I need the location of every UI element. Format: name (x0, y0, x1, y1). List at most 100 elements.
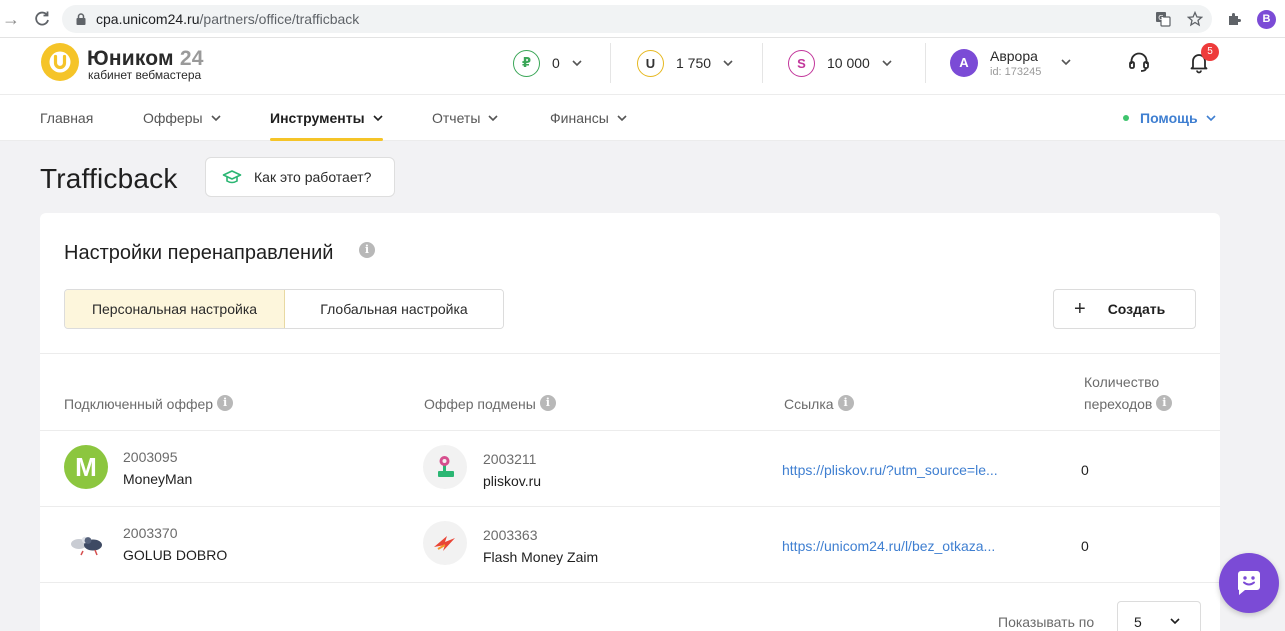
chevron-down-icon (882, 60, 892, 67)
chevron-down-icon (572, 60, 582, 67)
reload-icon[interactable] (32, 9, 52, 29)
clicks-count: 0 (1081, 538, 1089, 554)
per-page-value: 5 (1134, 614, 1142, 630)
replace-offer-id: 2003211 (483, 451, 537, 467)
create-label: Создать (1107, 301, 1166, 317)
s-coin-icon: S (788, 49, 815, 77)
plus-icon: + (1074, 297, 1086, 320)
replace-offer-name: pliskov.ru (483, 473, 542, 489)
balance-value: 0 (552, 55, 560, 71)
nav-item-label: Инструменты (270, 110, 365, 126)
nav-item-offers[interactable]: Офферы (143, 95, 221, 141)
profile-avatar[interactable]: B (1257, 10, 1276, 29)
extensions-icon[interactable] (1226, 11, 1242, 27)
chat-smile-icon (1238, 571, 1260, 595)
u-coin-icon: U (637, 49, 664, 77)
divider (925, 43, 926, 83)
divider (40, 430, 1220, 431)
how-it-works-label: Как это работает? (254, 169, 372, 185)
nav-item-label: Финансы (550, 110, 609, 126)
show-by-label: Показывать по (998, 614, 1095, 630)
balance-u[interactable]: U 1 750 (637, 49, 733, 77)
logo-subtitle: кабинет вебмастера (88, 68, 202, 82)
url-text: cpa.unicom24.ru/partners/office/trafficb… (96, 11, 360, 27)
balance-value: 10 000 (827, 55, 870, 71)
user-name[interactable]: Аврора (990, 48, 1038, 64)
site-header: Юником 24 кабинет вебмастера ₽ 0 U 1 750… (0, 38, 1285, 95)
nav-item-finance[interactable]: Финансы (550, 95, 627, 141)
chevron-down-icon (1170, 618, 1180, 625)
nav-item-label: Главная (40, 110, 94, 126)
nav-item-label: Отчеты (432, 110, 481, 126)
nav-item-reports[interactable]: Отчеты (432, 95, 498, 141)
per-page-select[interactable]: 5 (1117, 601, 1201, 631)
chevron-down-icon (210, 115, 221, 122)
divider (610, 43, 611, 83)
chat-widget-button[interactable] (1219, 553, 1279, 613)
column-header-clicks-count: Количество переходов i (1084, 374, 1173, 413)
lock-icon (76, 13, 86, 25)
golub-dobro-logo (64, 521, 108, 565)
chevron-down-icon (372, 115, 383, 122)
translate-icon[interactable]: G (1155, 11, 1171, 27)
replace-offer-id: 2003363 (483, 527, 538, 543)
pliskov-logo (423, 445, 467, 489)
notification-count-badge: 5 (1201, 43, 1219, 61)
divider (40, 353, 1220, 354)
column-header-link: Ссылка i (784, 395, 854, 413)
doves-icon (71, 536, 102, 556)
connected-offer-id: 2003095 (123, 449, 178, 465)
pliskov-icon (438, 456, 454, 477)
divider (40, 582, 1220, 583)
main-navigation: Главная Офферы Инструменты Отчеты Финанс… (0, 95, 1285, 141)
column-header-replace-offer: Оффер подмены i (424, 395, 556, 413)
user-menu-chevron-icon[interactable] (1061, 57, 1071, 67)
how-it-works-button[interactable]: Как это работает? (205, 157, 395, 197)
tab-global-settings[interactable]: Глобальная настройка (285, 290, 503, 328)
create-button[interactable]: + Создать (1053, 289, 1196, 329)
chevron-down-icon (1206, 115, 1216, 122)
replace-offer-name: Flash Money Zaim (483, 549, 599, 565)
help-label: Помощь (1140, 110, 1198, 126)
redirect-settings-card: Настройки перенаправлений i Персональная… (40, 213, 1220, 631)
ruble-icon: ₽ (513, 49, 540, 77)
info-icon[interactable]: i (217, 395, 234, 412)
forward-arrow-icon[interactable]: → (2, 9, 20, 29)
balance-value: 1 750 (676, 55, 712, 71)
chevron-down-icon (723, 60, 733, 67)
tab-personal-settings[interactable]: Персональная настройка (65, 290, 285, 328)
info-icon[interactable]: i (1156, 395, 1173, 412)
user-avatar[interactable]: А (950, 49, 978, 77)
online-status-dot (1123, 115, 1129, 121)
nav-item-help[interactable]: Помощь (1123, 95, 1216, 141)
balance-rub[interactable]: ₽ 0 (513, 49, 582, 77)
redirect-link[interactable]: https://pliskov.ru/?utm_source=le... (782, 462, 998, 478)
card-title: Настройки перенаправлений (64, 242, 334, 264)
column-header-connected-offer: Подключенный оффер i (64, 395, 234, 413)
moneyman-logo: M (64, 445, 108, 489)
address-bar[interactable]: cpa.unicom24.ru/partners/office/trafficb… (62, 5, 1212, 33)
browser-toolbar: → cpa.unicom24.ru/partners/office/traffi… (0, 0, 1285, 38)
clicks-count: 0 (1081, 462, 1089, 478)
settings-type-toggle: Персональная настройка Глобальная настро… (64, 289, 504, 329)
nav-item-tools[interactable]: Инструменты (270, 95, 383, 141)
connected-offer-id: 2003370 (123, 525, 178, 541)
balance-s[interactable]: S 10 000 (788, 49, 892, 77)
chevron-down-icon (488, 115, 498, 122)
redirect-link[interactable]: https://unicom24.ru/l/bez_otkaza... (782, 538, 995, 554)
page-title: Trafficback (40, 163, 178, 194)
user-id: id: 173245 (990, 66, 1042, 78)
divider (762, 43, 763, 83)
graduation-cap-icon (222, 170, 242, 184)
info-icon[interactable]: i (837, 395, 854, 412)
chevron-down-icon (617, 115, 627, 122)
info-icon[interactable]: i (359, 242, 375, 258)
unicom-logo-icon[interactable] (40, 42, 80, 82)
info-icon[interactable]: i (539, 395, 556, 412)
bookmark-star-icon[interactable] (1187, 11, 1203, 27)
nav-item-home[interactable]: Главная (40, 95, 93, 141)
connected-offer-name: GOLUB DOBRO (123, 547, 228, 563)
divider (40, 506, 1220, 507)
nav-item-label: Офферы (143, 110, 203, 126)
support-headset-icon[interactable] (1127, 50, 1151, 74)
